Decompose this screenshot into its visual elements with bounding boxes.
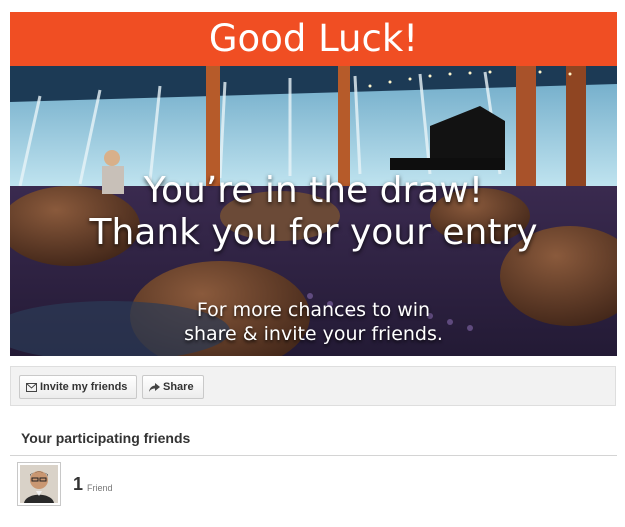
page-title: Good Luck! (208, 17, 419, 60)
share-arrow-icon (149, 382, 160, 392)
hero-headline-line2: Thank you for your entry (89, 212, 538, 253)
share-button[interactable]: Share (142, 375, 204, 399)
invite-friends-button[interactable]: Invite my friends (19, 375, 137, 399)
hero-subline-line1: For more chances to win (196, 299, 431, 321)
banner: Good Luck! (10, 12, 617, 66)
invite-friends-label: Invite my friends (40, 381, 128, 394)
hero-subline-line2: share & invite your friends. (184, 323, 443, 345)
divider (10, 455, 617, 456)
share-label: Share (163, 381, 194, 394)
avatar[interactable] (17, 462, 61, 506)
section-title: Your participating friends (21, 430, 191, 446)
hero-headline: You’re in the draw! Thank you for your e… (10, 170, 617, 254)
hero-headline-line1: You’re in the draw! (143, 170, 484, 211)
hero-subline: For more chances to win share & invite y… (10, 298, 617, 346)
friend-count: 1 (73, 474, 84, 494)
envelope-icon (26, 382, 37, 392)
hero-image: You’re in the draw! Thank you for your e… (10, 66, 617, 356)
friend-label: Friend (87, 483, 113, 493)
friend-photo (20, 465, 58, 503)
action-bar: Invite my friends Share (10, 366, 616, 406)
